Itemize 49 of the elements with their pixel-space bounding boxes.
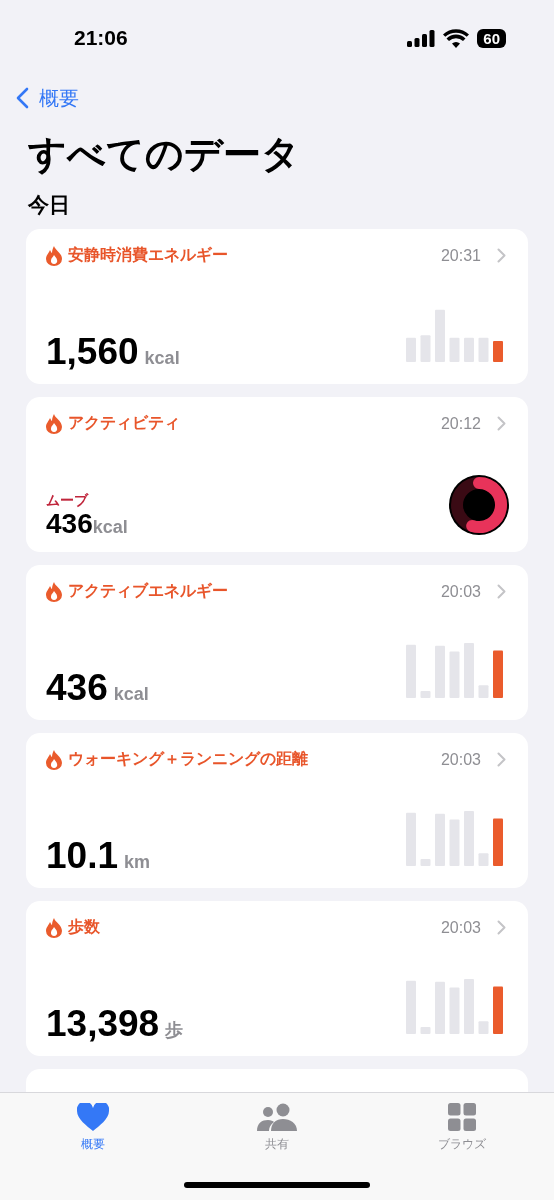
flame-icon [46,413,62,434]
card-title: 安静時消費エネルギー [68,245,229,267]
metric-value: 436 [46,510,93,539]
chevron-right-icon [497,416,506,432]
section-heading: 今日 [28,192,71,220]
chevron-left-icon [16,87,29,109]
chevron-right-icon [497,248,506,264]
page-title: すべてのデータ [28,131,301,178]
metric-value: 13,398 [46,1005,160,1043]
tab-item[interactable]: 概要 [45,1103,140,1153]
card-time: 20:31 [440,246,481,265]
back-button[interactable]: 概要 [16,84,79,112]
metric-value: 1,560 [46,333,139,371]
card-time: 20:03 [440,918,481,937]
chevron-right-icon [497,584,506,600]
card-title: アクティビティ [68,413,181,435]
metric-unit: kcal [92,517,128,539]
metric-unit: kcal [113,684,149,706]
chevron-right-icon [497,920,506,936]
data-card[interactable]: ウォーキング＋ランニングの距離 20:03 10.1 km [26,733,528,889]
data-card[interactable]: アクティビティ 20:12 ムーブ 436kcal [26,397,528,553]
flame-icon [46,917,62,938]
card-time: 20:03 [440,750,481,769]
card-time: 20:12 [440,414,481,433]
flame-icon [46,581,62,602]
heart-icon [76,1103,109,1131]
wifi-icon [443,28,470,48]
data-card[interactable]: アクティブエネルギー 20:03 436 kcal [26,565,528,721]
data-card[interactable]: 安静時消費エネルギー 20:31 1,560 kcal [26,229,528,385]
card-title: アクティブエネルギー [68,581,229,603]
card-title: ウォーキング＋ランニングの距離 [68,749,309,771]
metric-unit: 歩 [165,1019,184,1043]
battery-indicator: 60 [477,28,506,48]
flame-icon [46,245,62,266]
metric-unit: km [124,852,151,874]
card-time: 20:03 [440,582,481,601]
activity-ring-drawing [448,474,510,537]
card-title: 歩数 [68,917,101,939]
metric-value: 10.1 [46,837,118,875]
metric-label: ムーブ [46,492,90,511]
people-icon [257,1103,297,1131]
grid-icon [447,1103,476,1131]
metric-unit: kcal [144,348,180,370]
signal-icon [407,29,436,47]
chevron-right-icon [497,752,506,768]
flame-icon [46,749,62,770]
data-card[interactable]: 歩数 20:03 13,398 歩 [26,901,528,1057]
status-time: 21:06 [74,26,128,50]
metric-value: 436 [46,669,108,707]
